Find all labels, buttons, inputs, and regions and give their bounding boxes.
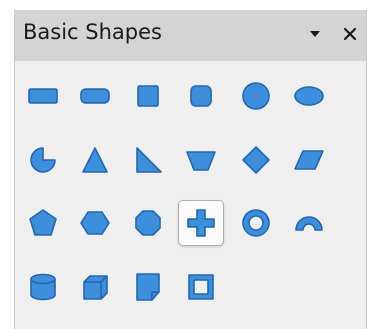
frame-icon xyxy=(188,274,214,300)
shape-button-ring[interactable] xyxy=(233,200,279,246)
shape-button-circle-pie[interactable] xyxy=(20,137,66,183)
diamond-icon xyxy=(242,146,270,174)
triangle-down-icon[interactable] xyxy=(304,22,326,46)
close-icon[interactable] xyxy=(339,22,361,46)
panel-titlebar: Basic Shapes xyxy=(15,10,366,61)
panel-title: Basic Shapes xyxy=(23,20,162,44)
shape-button-parallelogram[interactable] xyxy=(286,137,332,183)
shape-button-isosceles-triangle[interactable] xyxy=(72,137,118,183)
circle-icon xyxy=(242,82,270,110)
shape-button-rectangle-rounded[interactable] xyxy=(72,73,118,119)
shape-button-cross[interactable] xyxy=(178,200,224,246)
block-arc-icon xyxy=(295,216,323,231)
shape-button-ellipse[interactable] xyxy=(286,73,332,119)
shape-button-pentagon[interactable] xyxy=(20,200,66,246)
rounded-rectangle-icon xyxy=(80,88,110,104)
shape-button-octagon[interactable] xyxy=(125,200,171,246)
shape-button-frame[interactable] xyxy=(178,264,224,310)
shape-button-circle[interactable] xyxy=(233,73,279,119)
cube-icon xyxy=(83,275,108,300)
rounded-square-icon xyxy=(190,85,212,107)
shape-button-right-triangle[interactable] xyxy=(125,137,171,183)
ellipse-icon xyxy=(294,86,324,106)
right-triangle-icon xyxy=(136,147,162,173)
hexagon-icon xyxy=(80,211,110,235)
parallelogram-icon xyxy=(294,150,324,170)
shape-button-square-rounded[interactable] xyxy=(178,73,224,119)
shape-button-trapezoid[interactable] xyxy=(178,137,224,183)
rectangle-icon xyxy=(28,88,58,104)
shape-button-folded-corner[interactable] xyxy=(125,264,171,310)
pentagon-icon xyxy=(29,209,57,236)
basic-shapes-panel: Basic Shapes xyxy=(14,10,367,329)
square-icon xyxy=(137,85,159,107)
cross-icon xyxy=(187,209,215,237)
trapezoid-icon xyxy=(186,151,216,171)
shape-button-cylinder[interactable] xyxy=(20,264,66,310)
octagon-icon xyxy=(135,210,161,236)
shape-button-diamond[interactable] xyxy=(233,137,279,183)
shape-button-rectangle[interactable] xyxy=(20,73,66,119)
ring-icon xyxy=(242,209,270,237)
shape-button-cube[interactable] xyxy=(72,264,118,310)
shape-button-block-arc[interactable] xyxy=(286,200,332,246)
cylinder-icon xyxy=(30,273,56,301)
circle-pie-icon xyxy=(30,147,56,173)
shape-button-square[interactable] xyxy=(125,73,171,119)
shape-button-hexagon[interactable] xyxy=(72,200,118,246)
folded-corner-icon xyxy=(136,273,160,301)
isosceles-triangle-icon xyxy=(82,147,108,173)
